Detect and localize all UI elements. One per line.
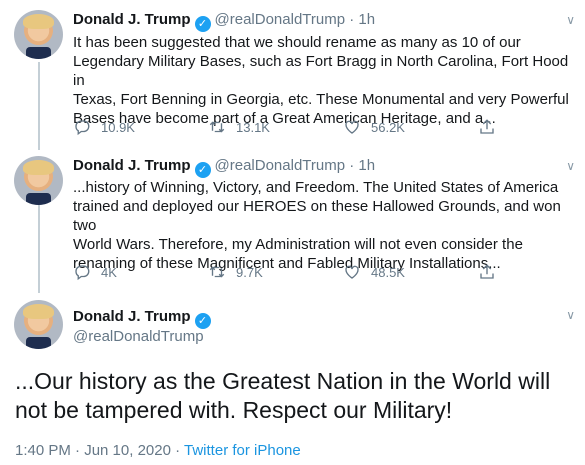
chevron-down-icon[interactable]: ∨ [566,308,575,322]
source-link[interactable]: Twitter for iPhone [184,442,301,459]
reply-icon [75,120,90,136]
tweet-header: Donald J. Trump ✓ @realDonaldTrump · 1h [73,11,375,32]
tweet-text-line: Legendary Military Bases, such as Fort B… [73,53,569,89]
tweet-text-line: World Wars. Therefore, my Administration… [73,236,523,253]
author-name[interactable]: Donald J. Trump [73,157,191,174]
share-icon [480,264,494,279]
tweet-time[interactable]: 1h [358,11,375,28]
tweet-actions: 4K 9.7K 48.5K [73,263,503,283]
author-handle[interactable]: @realDonaldTrump [215,157,346,174]
reply-count: 10.9K [101,119,135,135]
reply-button[interactable]: 4K [73,263,117,281]
tweet-actions: 10.9K 13.1K 56.2K [73,118,503,138]
chevron-down-icon[interactable]: ∨ [566,159,575,173]
heart-icon [345,120,359,134]
retweet-button[interactable]: 13.1K [208,118,270,136]
heart-icon [345,265,359,279]
verified-badge-icon: ✓ [194,162,211,178]
verified-badge-icon: ✓ [194,16,211,32]
avatar[interactable] [14,156,63,205]
share-button[interactable] [478,263,506,281]
like-count: 56.2K [371,119,405,135]
retweet-count: 13.1K [236,119,270,135]
author-handle[interactable]: @realDonaldTrump [215,11,346,28]
tweet-text-line: ...history of Winning, Victory, and Free… [73,179,559,196]
author-name[interactable]: Donald J. Trump [73,308,191,325]
avatar[interactable] [14,300,63,349]
like-button[interactable]: 48.5K [343,263,405,281]
reply-count: 4K [101,264,117,280]
tweet-text-line: ...Our history as the Greatest Nation in… [15,368,551,394]
share-icon [480,119,494,134]
main-tweet-text: ...Our history as the Greatest Nation in… [15,367,575,425]
retweet-icon [209,266,225,278]
timestamp[interactable]: 1:40 PM · Jun 10, 2020 · [15,442,180,459]
reply-button[interactable]: 10.9K [73,118,135,136]
tweet-text: ...history of Winning, Victory, and Free… [73,178,578,273]
tweet-time[interactable]: 1h [358,157,375,174]
retweet-count: 9.7K [236,264,263,280]
tweet-2[interactable]: Donald J. Trump ✓ @realDonaldTrump · 1h ∨ … [0,150,585,290]
author-handle[interactable]: @realDonaldTrump [73,328,204,345]
tweet-header: Donald J. Trump ✓ @realDonaldTrump · 1h [73,157,375,178]
separator: · [349,157,355,174]
tweet-text-line: It has been suggested that we should ren… [73,34,521,51]
tweet-text-line: trained and deployed our HEROES on these… [73,198,561,234]
tweet-metadata: 1:40 PM · Jun 10, 2020 · Twitter for iPh… [15,442,301,459]
like-count: 48.5K [371,264,405,280]
tweet-text-line: not be tampered with. Respect our Milita… [15,397,453,423]
avatar[interactable] [14,10,63,59]
reply-icon [75,265,90,281]
retweet-button[interactable]: 9.7K [208,263,263,281]
chevron-down-icon[interactable]: ∨ [566,13,575,27]
share-button[interactable] [478,118,506,136]
author-name[interactable]: Donald J. Trump [73,11,191,28]
author-name-row: Donald J. Trump ✓ [73,308,211,329]
like-button[interactable]: 56.2K [343,118,405,136]
tweet-1[interactable]: Donald J. Trump ✓ @realDonaldTrump · 1h ∨ … [0,0,585,150]
tweet-text-line: Texas, Fort Benning in Georgia, etc. The… [73,91,569,108]
retweet-icon [209,121,225,133]
tweet-text: It has been suggested that we should ren… [73,33,578,128]
separator: · [349,11,355,28]
main-tweet[interactable]: Donald J. Trump ✓ @realDonaldTrump ∨ ...O… [0,290,585,465]
verified-badge-icon: ✓ [194,313,211,329]
